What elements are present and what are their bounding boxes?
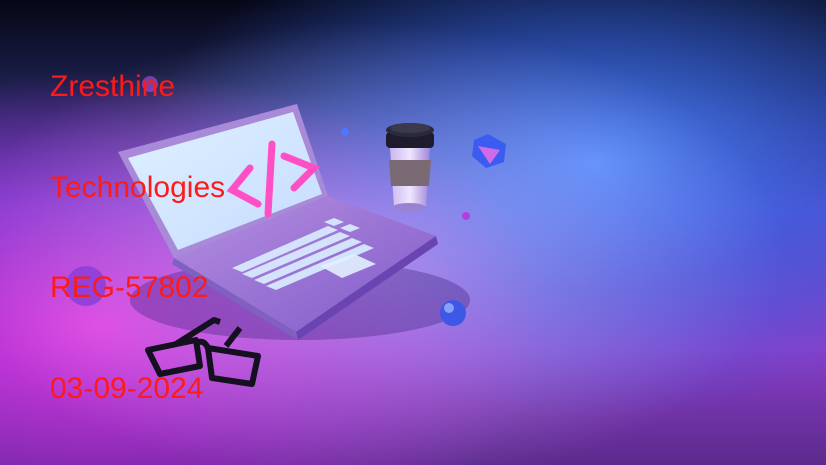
date-text: 03-09-2024 <box>50 372 204 405</box>
company-name-line2: Technologies <box>50 171 226 204</box>
small-sphere-shape <box>462 212 470 220</box>
small-sphere-shape <box>341 128 349 136</box>
registration-number: REG-57802 <box>50 271 209 304</box>
company-name-line1: Zresthine <box>50 70 176 103</box>
sphere-shape <box>440 300 466 326</box>
